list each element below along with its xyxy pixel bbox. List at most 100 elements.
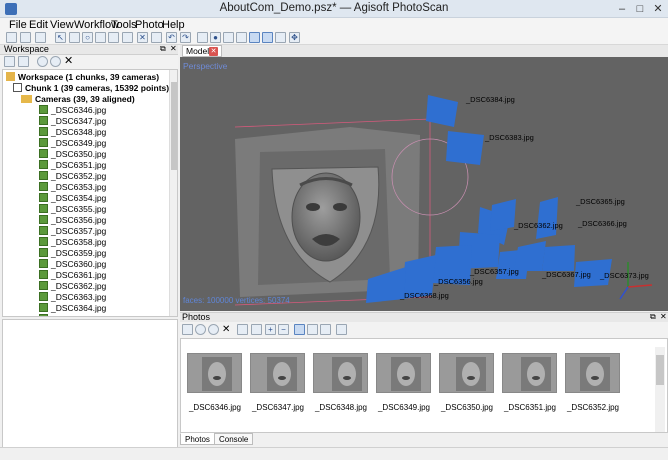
camera-item[interactable]: _DSC6352.jpg xyxy=(39,171,106,182)
crop-icon[interactable] xyxy=(151,32,162,43)
tab-console[interactable]: Console xyxy=(214,433,254,445)
photo-thumbnail[interactable] xyxy=(565,353,620,393)
photo-thumbnail[interactable] xyxy=(376,353,431,393)
add-photos-icon[interactable] xyxy=(182,324,193,335)
tab-photos[interactable]: Photos xyxy=(180,433,215,445)
camera-item[interactable]: _DSC6355.jpg xyxy=(39,204,106,215)
camera-icon xyxy=(39,226,48,235)
tree-cameras-folder[interactable]: Cameras (39, 39 aligned) xyxy=(21,94,135,105)
undo-icon[interactable]: ↶ xyxy=(166,32,177,43)
camera-item-label: _DSC6361.jpg xyxy=(51,270,107,280)
disable-icon[interactable] xyxy=(50,56,61,67)
tree-scroll-thumb[interactable] xyxy=(171,82,177,170)
point-cloud-icon[interactable] xyxy=(197,32,208,43)
add-chunk-icon[interactable] xyxy=(4,56,15,67)
navigation-icon[interactable]: ↖ xyxy=(55,32,66,43)
medium-icons-icon[interactable] xyxy=(307,324,318,335)
camera-item[interactable]: _DSC6346.jpg xyxy=(39,105,106,116)
main-toolbar: ↖ ○ ✕ ↶ ↷ ● ✥ xyxy=(0,32,668,45)
photo-thumbnail[interactable] xyxy=(313,353,368,393)
camera-icon xyxy=(39,149,48,158)
close-panel-icon[interactable]: ✕ xyxy=(660,313,667,321)
camera-item-label: _DSC6349.jpg xyxy=(51,138,107,148)
float-icon[interactable]: ⧉ xyxy=(650,313,656,321)
zoom-in-icon[interactable]: + xyxy=(265,324,276,335)
camera-item[interactable]: _DSC6360.jpg xyxy=(39,259,106,270)
camera-item-label: _DSC6362.jpg xyxy=(51,281,107,291)
camera-item[interactable]: _DSC6347.jpg xyxy=(39,116,106,127)
move-object-icon[interactable] xyxy=(108,32,119,43)
show-cameras-icon[interactable] xyxy=(249,32,260,43)
close-panel-icon[interactable]: ✕ xyxy=(170,45,177,53)
enable-icon[interactable] xyxy=(195,324,206,335)
add-photos-icon[interactable] xyxy=(18,56,29,67)
tree-chunk[interactable]: Chunk 1 (39 cameras, 15392 points) xyxy=(13,83,169,94)
tab-model[interactable]: Model ✕ xyxy=(182,45,222,57)
photos-scrollbar[interactable] xyxy=(655,347,665,432)
remove-icon[interactable]: ✕ xyxy=(222,323,230,336)
camera-item[interactable]: _DSC6362.jpg xyxy=(39,281,106,292)
reset-view-icon[interactable] xyxy=(275,32,286,43)
camera-plane xyxy=(426,95,458,127)
remove-icon[interactable]: ✕ xyxy=(64,55,73,68)
float-icon[interactable]: ⧉ xyxy=(160,45,167,53)
camera-icon xyxy=(39,105,48,114)
photo-thumbnail[interactable] xyxy=(250,353,305,393)
maximize-icon[interactable]: □ xyxy=(632,2,648,16)
photo-thumbnail[interactable] xyxy=(187,353,242,393)
camera-item[interactable]: _DSC6350.jpg xyxy=(39,149,106,160)
settings-icon[interactable] xyxy=(336,324,347,335)
open-icon[interactable] xyxy=(20,32,31,43)
camera-item[interactable]: _DSC6364.jpg xyxy=(39,303,106,314)
photo-caption: _DSC6352.jpg xyxy=(566,403,620,412)
camera-item[interactable]: _DSC6349.jpg xyxy=(39,138,106,149)
tree-root[interactable]: Workspace (1 chunks, 39 cameras) xyxy=(6,72,159,83)
minimize-icon[interactable]: – xyxy=(614,2,630,16)
show-region-icon[interactable] xyxy=(262,32,273,43)
model-viewport[interactable]: Perspective _DSC6384.jpg _DSC6383.jpg _D… xyxy=(180,57,668,311)
camera-icon xyxy=(39,160,48,169)
camera-icon xyxy=(39,292,48,301)
delete-selection-icon[interactable]: ✕ xyxy=(137,32,148,43)
camera-item-label: _DSC6364.jpg xyxy=(51,303,107,313)
circle-select-icon[interactable]: ○ xyxy=(82,32,93,43)
camera-item[interactable]: _DSC6354.jpg xyxy=(39,193,106,204)
rect-select-icon[interactable] xyxy=(69,32,80,43)
reset-masks-icon[interactable] xyxy=(251,324,262,335)
textured-icon[interactable] xyxy=(236,32,247,43)
photo-thumbnail[interactable] xyxy=(439,353,494,393)
camera-item[interactable]: _DSC6365.jpg xyxy=(39,314,106,316)
photo-thumbnail[interactable] xyxy=(502,353,557,393)
tree-scrollbar[interactable] xyxy=(169,70,177,316)
close-icon[interactable]: ✕ xyxy=(650,2,666,16)
new-icon[interactable] xyxy=(6,32,17,43)
camera-plane xyxy=(490,199,516,231)
disable-icon[interactable] xyxy=(208,324,219,335)
photos-scroll-thumb[interactable] xyxy=(656,355,664,385)
camera-item[interactable]: _DSC6358.jpg xyxy=(39,237,106,248)
camera-item[interactable]: _DSC6357.jpg xyxy=(39,226,106,237)
wireframe-icon[interactable] xyxy=(223,32,234,43)
large-icons-icon[interactable] xyxy=(294,324,305,335)
solid-shaded-icon[interactable]: ● xyxy=(210,32,221,43)
camera-item[interactable]: _DSC6359.jpg xyxy=(39,248,106,259)
move-region-icon[interactable]: ✥ xyxy=(289,32,300,43)
camera-item[interactable]: _DSC6348.jpg xyxy=(39,127,106,138)
import-masks-icon[interactable] xyxy=(237,324,248,335)
save-icon[interactable] xyxy=(35,32,46,43)
camera-item[interactable]: _DSC6356.jpg xyxy=(39,215,106,226)
rotate-object-icon[interactable] xyxy=(122,32,133,43)
camera-label: _DSC6356.jpg xyxy=(434,277,483,286)
redo-icon[interactable]: ↷ xyxy=(180,32,191,43)
free-select-icon[interactable] xyxy=(95,32,106,43)
zoom-out-icon[interactable]: − xyxy=(278,324,289,335)
menu-help[interactable]: Help xyxy=(159,18,188,32)
axis-x xyxy=(627,284,653,288)
camera-item[interactable]: _DSC6361.jpg xyxy=(39,270,106,281)
camera-item[interactable]: _DSC6351.jpg xyxy=(39,160,106,171)
enable-icon[interactable] xyxy=(37,56,48,67)
details-icon[interactable] xyxy=(320,324,331,335)
close-tab-icon[interactable]: ✕ xyxy=(209,47,218,56)
camera-item[interactable]: _DSC6353.jpg xyxy=(39,182,106,193)
camera-item[interactable]: _DSC6363.jpg xyxy=(39,292,106,303)
